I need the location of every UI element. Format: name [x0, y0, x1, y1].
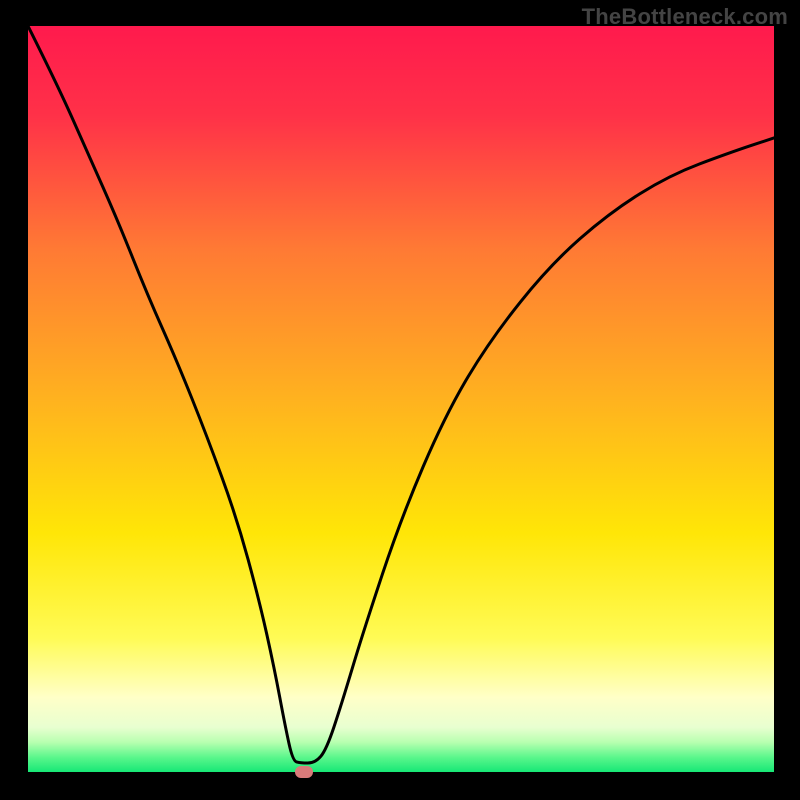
chart-curve	[28, 26, 774, 772]
minimum-marker	[295, 766, 313, 778]
chart-area	[28, 26, 774, 780]
watermark-text: TheBottleneck.com	[582, 4, 788, 30]
